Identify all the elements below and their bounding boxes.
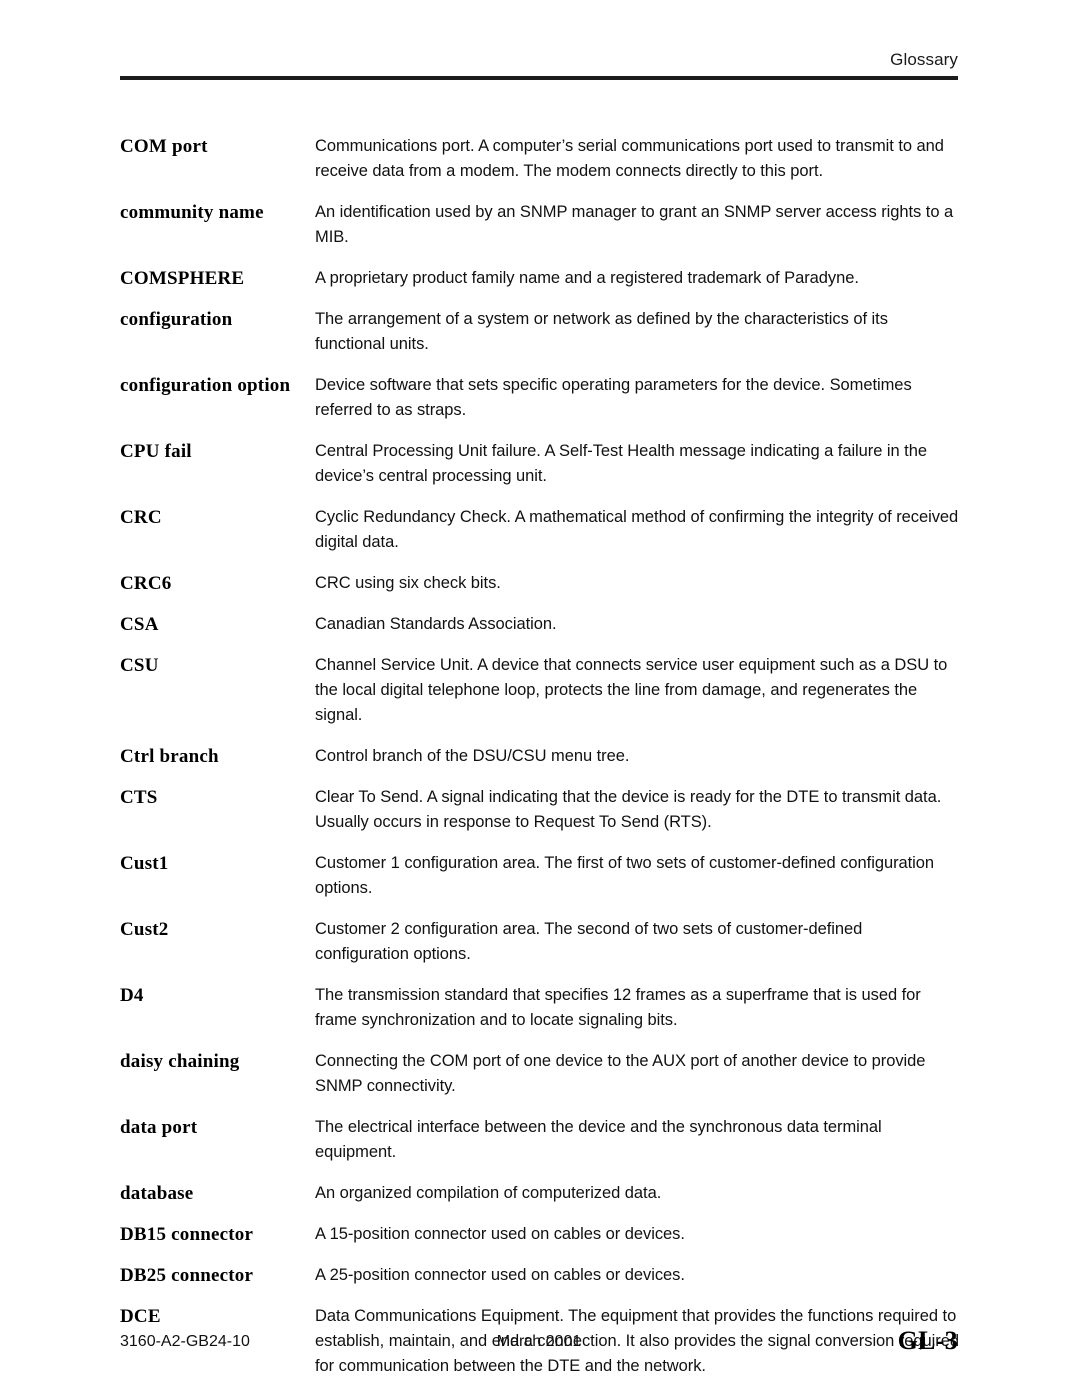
glossary-entry: Cust1 Customer 1 configuration area. The … [120,851,960,901]
glossary-definition: Central Processing Unit failure. A Self-… [315,442,927,485]
glossary-term: DB25 connector [120,1265,254,1286]
glossary-entry: community name An identification used by … [120,200,960,250]
glossary-term: D4 [120,985,144,1006]
glossary-definition: Customer 2 configuration area. The secon… [315,920,863,963]
glossary-entry: configuration option Device software that… [120,373,960,423]
glossary-entry: Cust2 Customer 2 configuration area. The … [120,917,960,967]
glossary-definition: The electrical interface between the dev… [315,1118,882,1161]
glossary-entry: database An organized compilation of comp… [120,1181,960,1206]
glossary-term: COMSPHERE [120,268,245,289]
glossary-term: configuration [120,309,233,330]
header-rule [120,76,958,80]
glossary-entry: DB25 connector A 25-position connector us… [120,1263,960,1288]
glossary-entry: CTS Clear To Send. A signal indicating th… [120,785,960,835]
glossary-entry: configuration The arrangement of a system… [120,307,960,357]
glossary-definition: CRC using six check bits. [315,574,501,592]
glossary-definition: An identification used by an SNMP manage… [315,203,954,246]
glossary-term: CSU [120,655,159,676]
glossary-term: CPU fail [120,441,192,462]
glossary-definition: A proprietary product family name and a … [315,269,859,287]
glossary-entry: daisy chaining Connecting the COM port of… [120,1049,960,1099]
glossary-definition: A 15-position connector used on cables o… [315,1225,685,1243]
glossary-entry: CPU fail Central Processing Unit failure.… [120,439,960,489]
glossary-term: DB15 connector [120,1224,254,1245]
glossary-term: Ctrl branch [120,746,219,767]
glossary-definition: Communications port. A computer’s serial… [315,137,944,180]
glossary-entry: CRC6 CRC using six check bits. [120,571,960,596]
glossary-definition: Cyclic Redundancy Check. A mathematical … [315,508,959,551]
glossary-entry: DB15 connector A 15-position connector us… [120,1222,960,1247]
glossary-definition: Clear To Send. A signal indicating that … [315,788,942,831]
glossary-term: community name [120,202,264,223]
glossary-term: CRC [120,507,162,528]
glossary-term: configuration option [120,375,291,396]
glossary-definition: Customer 1 configuration area. The first… [315,854,935,897]
glossary-definition: Canadian Standards Association. [315,615,557,633]
footer-page-number: GL-3 [897,1326,958,1355]
glossary-definition: Connecting the COM port of one device to… [315,1052,926,1095]
glossary-entry: D4 The transmission standard that specifi… [120,983,960,1033]
glossary-entry: COM port Communications port. A computer’… [120,134,960,184]
running-head: Glossary [890,50,958,69]
document-page: Glossary COM port Communications port. A … [0,0,1080,1397]
glossary-entry: data port The electrical interface betwee… [120,1115,960,1165]
glossary-definition: The arrangement of a system or network a… [315,310,888,353]
glossary-term: data port [120,1117,198,1138]
glossary-term: CTS [120,787,158,808]
glossary-definition: An organized compilation of computerized… [315,1184,662,1202]
glossary-entry-list: COM port Communications port. A computer’… [120,134,960,1397]
glossary-definition: A 25-position connector used on cables o… [315,1266,685,1284]
glossary-definition: Channel Service Unit. A device that conn… [315,656,948,724]
glossary-entry: CSU Channel Service Unit. A device that c… [120,653,960,728]
glossary-entry: Ctrl branch Control branch of the DSU/CSU… [120,744,960,769]
glossary-term: database [120,1183,194,1204]
page-footer: 3160-A2-GB24-10 March 2001 GL-3 [120,1326,958,1370]
glossary-term: Cust2 [120,919,169,940]
glossary-definition: The transmission standard that specifies… [315,986,921,1029]
glossary-definition: Control branch of the DSU/CSU menu tree. [315,747,630,765]
glossary-term: CRC6 [120,573,172,594]
footer-date: March 2001 [496,1333,582,1350]
glossary-entry: COMSPHERE A proprietary product family na… [120,266,960,291]
glossary-term: Cust1 [120,853,169,874]
glossary-term: COM port [120,136,208,157]
glossary-entry: CRC Cyclic Redundancy Check. A mathematic… [120,505,960,555]
glossary-term: DCE [120,1306,161,1327]
glossary-definition: Device software that sets specific opera… [315,376,912,419]
glossary-entry: CSA Canadian Standards Association. [120,612,960,637]
glossary-term: daisy chaining [120,1051,240,1072]
glossary-term: CSA [120,614,159,635]
